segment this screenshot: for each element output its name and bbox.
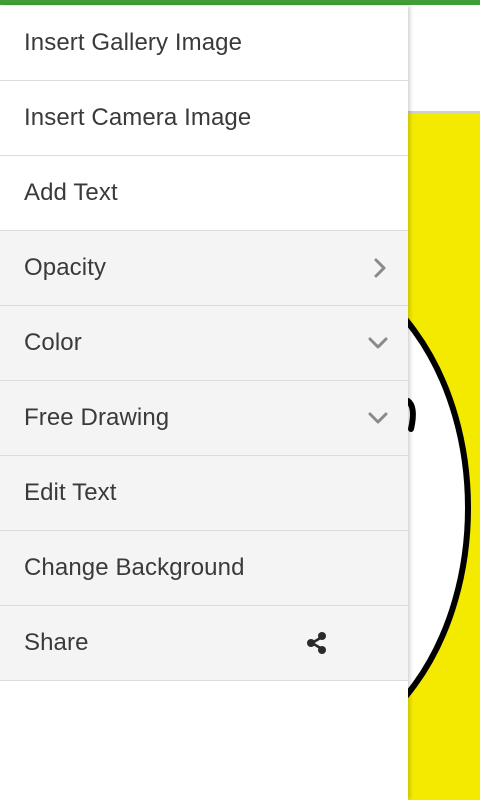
screen: Insert Gallery Image Insert Camera Image… (0, 0, 480, 800)
menu-item-free-drawing[interactable]: Free Drawing (0, 381, 408, 456)
chevron-down-icon (366, 408, 390, 428)
menu-item-label: Insert Camera Image (24, 104, 252, 131)
menu-item-label: Add Text (24, 179, 118, 206)
menu-item-insert-camera-image[interactable]: Insert Camera Image (0, 81, 408, 156)
menu-item-edit-text[interactable]: Edit Text (0, 456, 408, 531)
menu-item-label: Insert Gallery Image (24, 29, 243, 56)
menu-item-opacity[interactable]: Opacity (0, 231, 408, 306)
chevron-down-icon (366, 333, 390, 353)
menu-item-insert-gallery-image[interactable]: Insert Gallery Image (0, 6, 408, 81)
menu-item-label: Share (24, 629, 89, 656)
menu-item-change-background[interactable]: Change Background (0, 531, 408, 606)
menu-item-label: Edit Text (24, 479, 117, 506)
menu-item-share[interactable]: Share (0, 606, 408, 681)
menu-item-label: Change Background (24, 554, 245, 581)
chevron-right-icon (370, 256, 390, 280)
menu-item-add-text[interactable]: Add Text (0, 156, 408, 231)
menu-item-label: Color (24, 329, 82, 356)
navigation-drawer: Insert Gallery Image Insert Camera Image… (0, 6, 408, 800)
menu-item-label: Free Drawing (24, 404, 170, 431)
menu-item-label: Opacity (24, 254, 107, 281)
drawer-menu: Insert Gallery Image Insert Camera Image… (0, 6, 408, 681)
menu-item-color[interactable]: Color (0, 306, 408, 381)
share-icon (304, 630, 330, 656)
